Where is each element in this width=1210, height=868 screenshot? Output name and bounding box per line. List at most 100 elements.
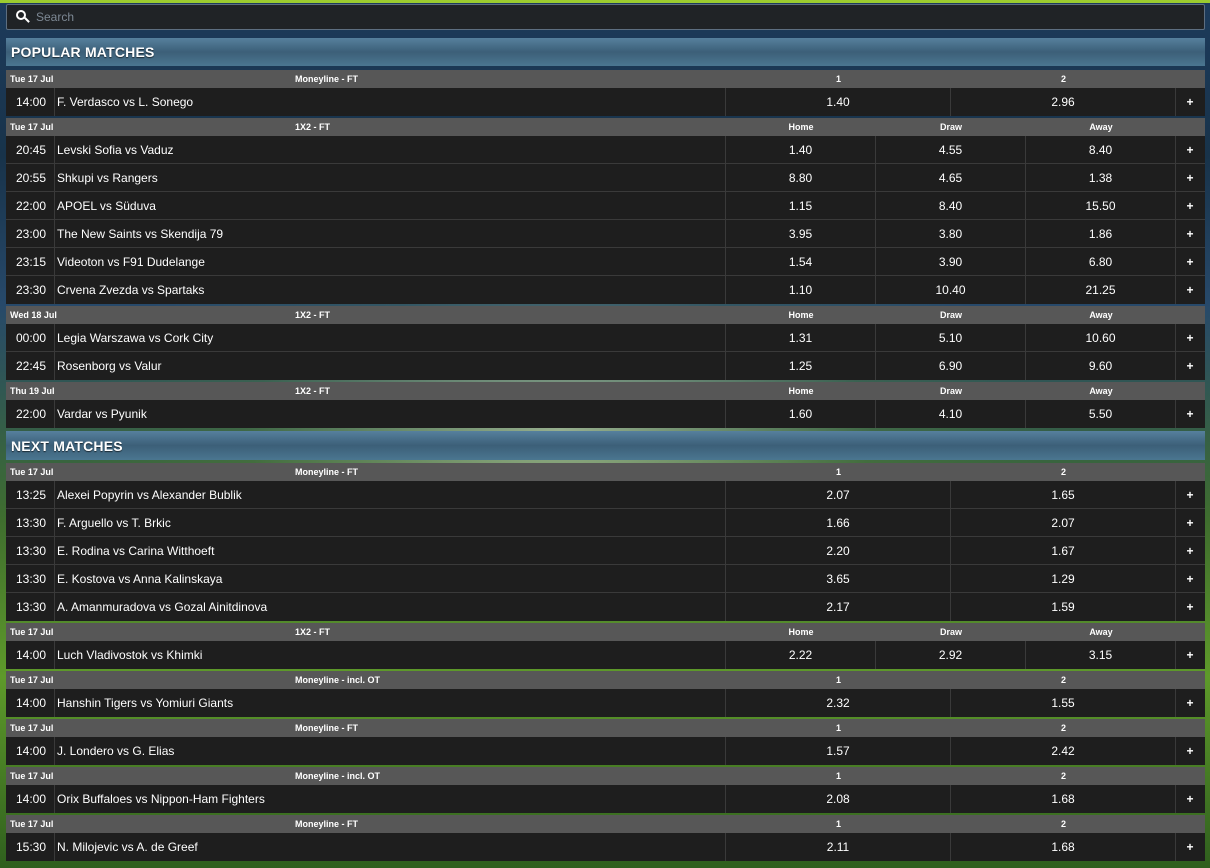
odds-button[interactable]: 1.68: [951, 785, 1176, 813]
more-markets-button[interactable]: +: [1176, 192, 1204, 219]
odds-button[interactable]: 1.86: [1026, 220, 1176, 247]
odds-button[interactable]: 5.50: [1026, 400, 1176, 428]
odds-button[interactable]: 2.17: [726, 593, 951, 621]
match-teams[interactable]: Videoton vs F91 Dudelange: [55, 248, 726, 275]
more-markets-button[interactable]: +: [1176, 641, 1204, 669]
odds-button[interactable]: 8.80: [726, 164, 876, 191]
search-input[interactable]: [36, 10, 936, 24]
match-teams[interactable]: Rosenborg vs Valur: [55, 352, 726, 380]
more-markets-button[interactable]: +: [1176, 481, 1204, 508]
match-teams[interactable]: Vardar vs Pyunik: [55, 400, 726, 428]
odds-button[interactable]: 10.40: [876, 276, 1026, 304]
odds-button[interactable]: 2.92: [876, 641, 1026, 669]
odds-button[interactable]: 8.40: [876, 192, 1026, 219]
match-teams[interactable]: A. Amanmuradova vs Gozal Ainitdinova: [55, 593, 726, 621]
match-teams[interactable]: Legia Warszawa vs Cork City: [55, 324, 726, 351]
odds-button[interactable]: 1.65: [951, 481, 1176, 508]
odds-button[interactable]: 1.57: [726, 737, 951, 765]
match-teams[interactable]: Shkupi vs Rangers: [55, 164, 726, 191]
odds-button[interactable]: 1.31: [726, 324, 876, 351]
more-markets-button[interactable]: +: [1176, 352, 1204, 380]
more-markets-button[interactable]: +: [1176, 88, 1204, 116]
more-markets-button[interactable]: +: [1176, 689, 1204, 717]
odds-button[interactable]: 6.80: [1026, 248, 1176, 275]
odds-button[interactable]: 2.07: [726, 481, 951, 508]
more-markets-button[interactable]: +: [1176, 537, 1204, 564]
odds-button[interactable]: 1.66: [726, 509, 951, 536]
odds-button[interactable]: 1.55: [951, 689, 1176, 717]
match-teams[interactable]: Levski Sofia vs Vaduz: [55, 136, 726, 163]
odds-button[interactable]: 1.15: [726, 192, 876, 219]
odds-button[interactable]: 3.95: [726, 220, 876, 247]
odds-button[interactable]: 6.90: [876, 352, 1026, 380]
more-markets-button[interactable]: +: [1176, 565, 1204, 592]
odds-button[interactable]: 1.68: [951, 833, 1176, 861]
odds-button[interactable]: 2.08: [726, 785, 951, 813]
odds-button[interactable]: 5.10: [876, 324, 1026, 351]
market-header: Tue 17 Jul 1X2 - FT Home Draw Away: [6, 623, 1205, 641]
market-group: Tue 17 Jul Moneyline - incl. OT 1 2 14:00 Han…: [6, 671, 1205, 717]
odds-button[interactable]: 1.25: [726, 352, 876, 380]
odds-button[interactable]: 21.25: [1026, 276, 1176, 304]
match-teams[interactable]: F. Arguello vs T. Brkic: [55, 509, 726, 536]
odds-column-header: Home: [788, 627, 814, 637]
more-markets-button[interactable]: +: [1176, 136, 1204, 163]
more-markets-button[interactable]: +: [1176, 220, 1204, 247]
odds-button[interactable]: 1.38: [1026, 164, 1176, 191]
odds-button[interactable]: 2.20: [726, 537, 951, 564]
odds-button[interactable]: 1.54: [726, 248, 876, 275]
more-markets-button[interactable]: +: [1176, 400, 1204, 428]
odds-button[interactable]: 2.32: [726, 689, 951, 717]
odds-button[interactable]: 15.50: [1026, 192, 1176, 219]
match-teams[interactable]: Luch Vladivostok vs Khimki: [55, 641, 726, 669]
more-markets-button[interactable]: +: [1176, 276, 1204, 304]
match-teams[interactable]: F. Verdasco vs L. Sonego: [55, 88, 726, 116]
match-row: 13:30 F. Arguello vs T. Brkic 1.66 2.07 +: [6, 509, 1205, 537]
odds-button[interactable]: 1.29: [951, 565, 1176, 592]
odds-button[interactable]: 9.60: [1026, 352, 1176, 380]
more-markets-button[interactable]: +: [1176, 593, 1204, 621]
match-teams[interactable]: Hanshin Tigers vs Yomiuri Giants: [55, 689, 726, 717]
odds-button[interactable]: 4.55: [876, 136, 1026, 163]
odds-button[interactable]: 3.80: [876, 220, 1026, 247]
more-markets-button[interactable]: +: [1176, 785, 1204, 813]
more-markets-button[interactable]: +: [1176, 164, 1204, 191]
odds-button[interactable]: 2.42: [951, 737, 1176, 765]
more-markets-button[interactable]: +: [1176, 248, 1204, 275]
odds-button[interactable]: 3.65: [726, 565, 951, 592]
odds-button[interactable]: 3.90: [876, 248, 1026, 275]
odds-button[interactable]: 1.10: [726, 276, 876, 304]
odds-button[interactable]: 1.40: [726, 88, 951, 116]
odds-button[interactable]: 3.15: [1026, 641, 1176, 669]
match-teams[interactable]: Orix Buffaloes vs Nippon-Ham Fighters: [55, 785, 726, 813]
odds-column-header: 2: [1060, 467, 1066, 477]
more-markets-button[interactable]: +: [1176, 324, 1204, 351]
more-markets-button[interactable]: +: [1176, 737, 1204, 765]
odds-button[interactable]: 2.11: [726, 833, 951, 861]
odds-button[interactable]: 2.22: [726, 641, 876, 669]
odds-button[interactable]: 4.10: [876, 400, 1026, 428]
match-teams[interactable]: Alexei Popyrin vs Alexander Bublik: [55, 481, 726, 508]
match-teams[interactable]: E. Rodina vs Carina Witthoeft: [55, 537, 726, 564]
match-time: 22:00: [6, 192, 55, 219]
search-bar[interactable]: [6, 4, 1205, 30]
match-teams[interactable]: J. Londero vs G. Elias: [55, 737, 726, 765]
odds-button[interactable]: 2.96: [951, 88, 1176, 116]
match-teams[interactable]: APOEL vs Süduva: [55, 192, 726, 219]
market-type: Moneyline - incl. OT: [295, 675, 381, 685]
odds-button[interactable]: 1.59: [951, 593, 1176, 621]
more-markets-button[interactable]: +: [1176, 509, 1204, 536]
match-teams[interactable]: N. Milojevic vs A. de Greef: [55, 833, 726, 861]
odds-button[interactable]: 4.65: [876, 164, 1026, 191]
odds-button[interactable]: 2.07: [951, 509, 1176, 536]
odds-button[interactable]: 10.60: [1026, 324, 1176, 351]
odds-button[interactable]: 1.40: [726, 136, 876, 163]
odds-button[interactable]: 1.60: [726, 400, 876, 428]
match-teams[interactable]: Crvena Zvezda vs Spartaks: [55, 276, 726, 304]
match-teams[interactable]: The New Saints vs Skendija 79: [55, 220, 726, 247]
match-teams[interactable]: E. Kostova vs Anna Kalinskaya: [55, 565, 726, 592]
odds-button[interactable]: 8.40: [1026, 136, 1176, 163]
more-markets-button[interactable]: +: [1176, 833, 1204, 861]
market-type: Moneyline - incl. OT: [295, 771, 381, 781]
odds-button[interactable]: 1.67: [951, 537, 1176, 564]
